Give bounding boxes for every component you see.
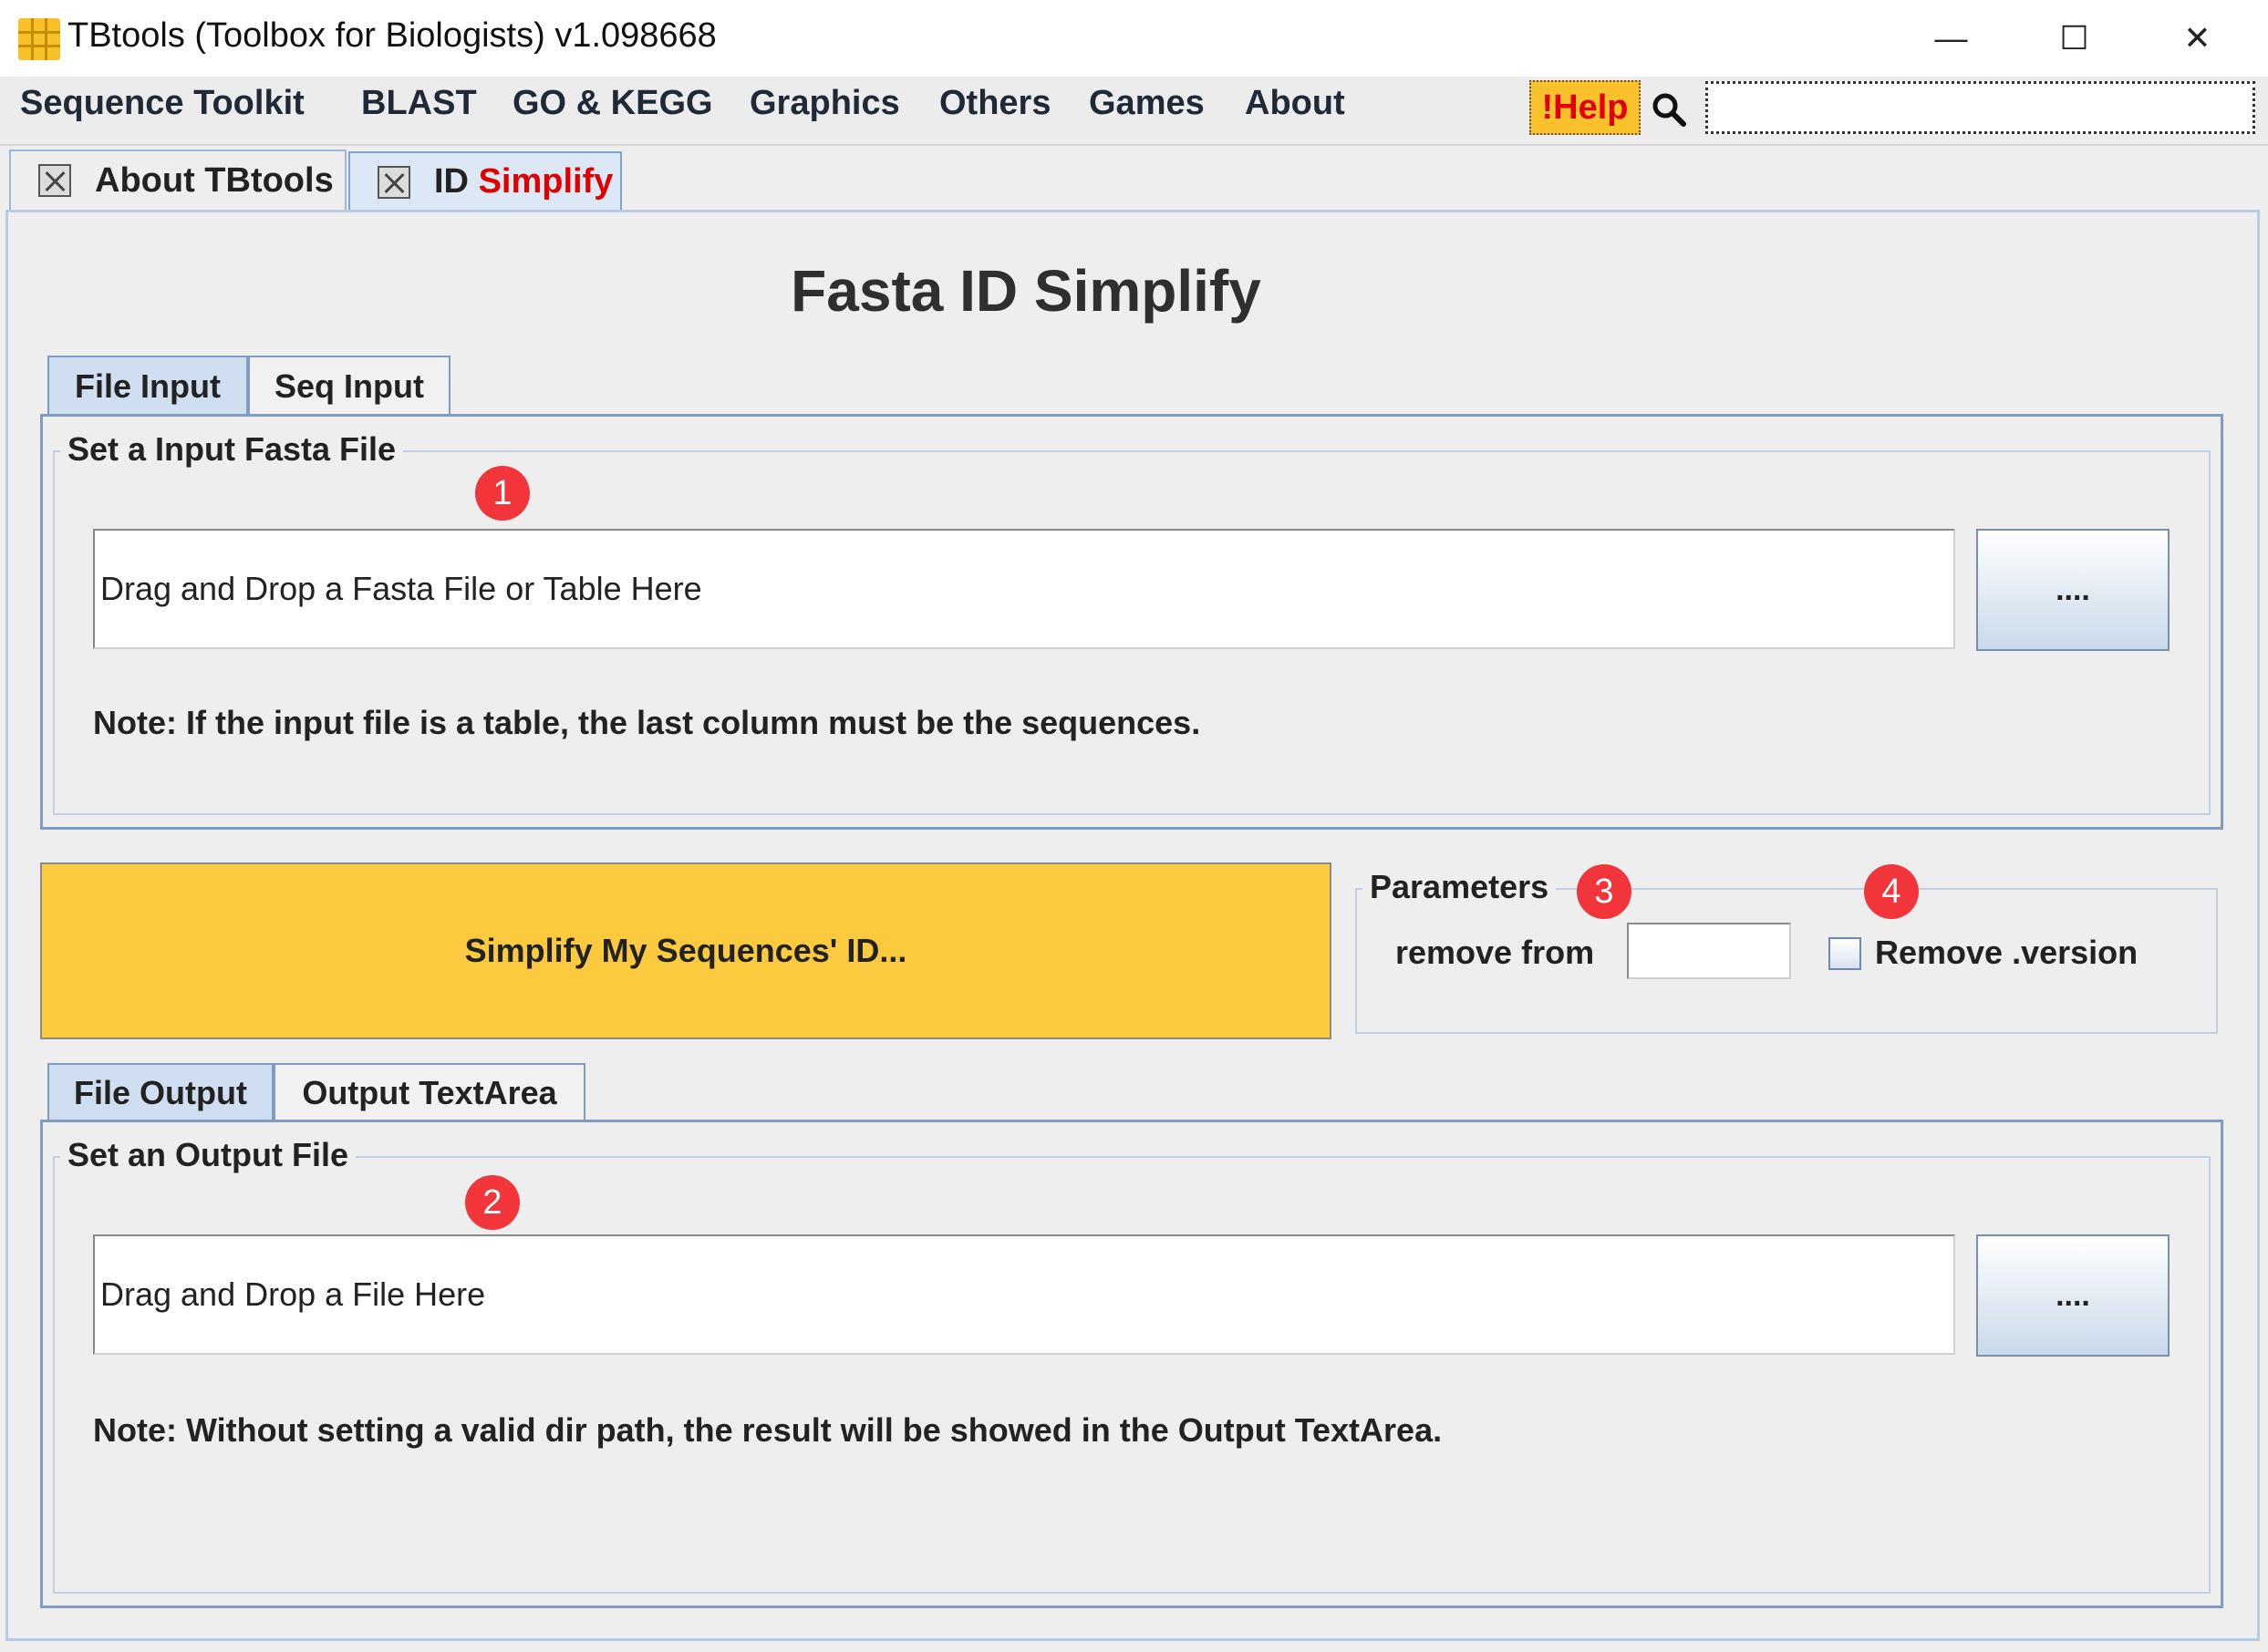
menu-go-kegg[interactable]: GO & KEGG (513, 84, 713, 123)
maximize-button[interactable]: ☐ (2013, 0, 2136, 77)
tab-output-textarea[interactable]: Output TextArea (274, 1063, 585, 1121)
input-group-label: Set a Input Fasta File (60, 430, 404, 469)
menu-blast[interactable]: BLAST (361, 84, 477, 123)
step-badge-3: 3 (1577, 864, 1631, 919)
tab-about-tbtools[interactable]: About TBtools (9, 150, 347, 210)
menu-others[interactable]: Others (939, 84, 1051, 123)
tab-id-simplify[interactable]: ID Simplify (348, 151, 622, 210)
window-title: TBtools (Toolbox for Biologists) v1.0986… (67, 16, 717, 55)
tab-label-prefix: ID (434, 161, 479, 201)
step-badge-4: 4 (1864, 864, 1919, 919)
output-groupbox (53, 1156, 2211, 1594)
help-button[interactable]: !Help (1529, 80, 1641, 135)
close-button[interactable]: ✕ (2136, 0, 2259, 77)
minimize-icon: — (1934, 19, 1968, 57)
step-badge-1: 1 (475, 466, 530, 521)
output-file-field[interactable]: Drag and Drop a File Here (93, 1234, 1955, 1355)
parameters-label: Parameters (1362, 868, 1557, 906)
input-note: Note: If the input file is a table, the … (93, 704, 1201, 741)
tab-file-input[interactable]: File Input (47, 356, 248, 416)
input-file-field[interactable]: Drag and Drop a Fasta File or Table Here (93, 529, 1955, 649)
app-icon (18, 18, 60, 60)
tab-label-accent: Simplify (478, 161, 614, 201)
tab-seq-input[interactable]: Seq Input (248, 356, 450, 416)
tab-file-output[interactable]: File Output (47, 1063, 274, 1121)
input-browse-button[interactable]: .... (1976, 529, 2170, 651)
remove-from-label: remove from (1395, 934, 1595, 971)
menu-sequence-toolkit[interactable]: Sequence Toolkit (20, 84, 305, 123)
output-browse-button[interactable]: .... (1976, 1234, 2170, 1357)
remove-version-label: Remove .version (1875, 934, 2139, 971)
step-badge-2: 2 (465, 1175, 520, 1230)
menu-graphics[interactable]: Graphics (750, 84, 900, 123)
search-icon[interactable] (1651, 91, 1687, 128)
menu-games[interactable]: Games (1089, 84, 1205, 123)
close-icon: ✕ (2183, 19, 2211, 57)
maximize-icon: ☐ (2059, 19, 2089, 57)
tab-close-icon[interactable] (378, 166, 410, 199)
remove-version-checkbox[interactable] (1828, 937, 1861, 970)
menu-about[interactable]: About (1245, 84, 1345, 123)
search-input[interactable] (1705, 81, 2255, 134)
minimize-button[interactable]: — (1890, 0, 2013, 77)
page-title: Fasta ID Simplify (791, 258, 1261, 324)
output-note: Note: Without setting a valid dir path, … (93, 1411, 1443, 1449)
remove-from-input[interactable] (1627, 923, 1791, 979)
tab-close-icon[interactable] (38, 164, 71, 197)
tab-label: About TBtools (95, 160, 334, 200)
output-group-label: Set an Output File (60, 1136, 357, 1174)
simplify-button[interactable]: Simplify My Sequences' ID... (40, 862, 1331, 1039)
